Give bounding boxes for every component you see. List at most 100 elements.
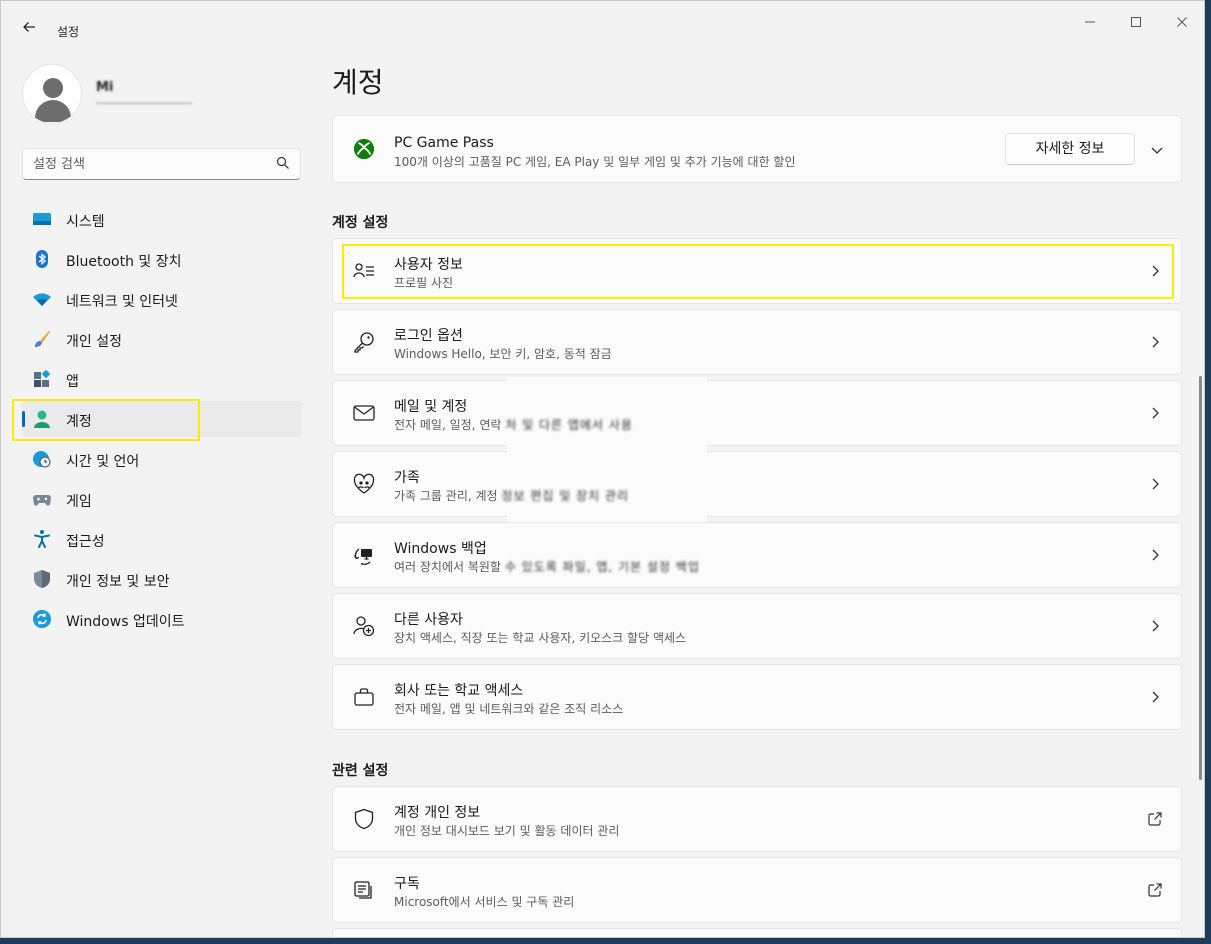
sidebar-item-accessibility[interactable]: 접근성	[22, 521, 302, 557]
close-button[interactable]	[1159, 11, 1204, 37]
settings-window: 설정 Mi ································ 시…	[0, 0, 1205, 938]
external-link-icon	[1148, 883, 1162, 897]
search-icon[interactable]	[276, 156, 290, 170]
chevron-down-icon[interactable]	[1149, 142, 1165, 158]
chevron-right-icon	[1152, 407, 1159, 419]
redaction-patch	[507, 377, 707, 381]
sidebar-item-apps[interactable]: 앱	[22, 361, 302, 397]
sidebar-item-label: 시간 및 언어	[66, 454, 140, 470]
sidebar-item-personalization[interactable]: 개인 설정	[22, 321, 302, 357]
chevron-right-icon	[1152, 265, 1159, 277]
search-input[interactable]	[33, 154, 273, 174]
page-title: 계정	[332, 66, 384, 99]
family-heart-icon	[353, 473, 375, 494]
minimize-button[interactable]	[1067, 11, 1113, 37]
app-title: 설정	[57, 25, 80, 39]
row-title: 계정 개인 정보	[394, 805, 481, 821]
sidebar-item-label: 개인 정보 및 보안	[66, 574, 170, 590]
row-title: 사용자 정보	[394, 257, 463, 273]
settings-row-partial[interactable]	[332, 928, 1182, 937]
related-row-subscriptions[interactable]: 구독 Microsoft에서 서비스 및 구독 관리	[332, 857, 1182, 923]
chevron-right-icon	[1152, 620, 1159, 632]
related-settings-heading: 관련 설정	[332, 763, 389, 779]
apps-icon	[34, 369, 51, 387]
sidebar-item-label: 게임	[66, 494, 92, 510]
globe-clock-icon	[33, 451, 51, 468]
learn-more-button[interactable]: 자세한 정보	[1005, 133, 1135, 165]
settings-row-other-users[interactable]: 다른 사용자 장치 액세스, 직장 또는 학교 사용자, 키오스크 할당 액세스	[332, 593, 1182, 659]
row-title: 가족	[394, 470, 420, 486]
subscription-icon	[354, 881, 372, 899]
row-subtitle: 전자 메일, 앱 및 네트워크와 같은 조직 리소스	[394, 702, 624, 716]
sidebar-item-windows-update[interactable]: Windows 업데이트	[22, 601, 302, 637]
mail-icon	[353, 405, 375, 421]
row-subtitle: Microsoft에서 서비스 및 구독 관리	[394, 895, 575, 909]
sidebar-item-label: Bluetooth 및 장치	[66, 254, 182, 270]
profile-email: ································	[96, 97, 192, 110]
redaction-patch	[507, 445, 707, 452]
settings-row-windows-backup[interactable]: Windows 백업 여러 장치에서 복원할 수 있도록 파일, 앱, 기본 설…	[332, 522, 1182, 588]
maximize-icon	[1131, 17, 1141, 27]
game-pass-card[interactable]: PC Game Pass 100개 이상의 고품질 PC 게임, EA Play…	[332, 115, 1182, 183]
privacy-shield-icon	[354, 808, 374, 830]
row-title: Windows 백업	[394, 541, 487, 557]
sidebar-item-label: 개인 설정	[66, 334, 122, 350]
sidebar-item-label: Windows 업데이트	[66, 614, 185, 630]
selection-indicator	[22, 411, 25, 427]
row-subtitle-redacted: 정보 편집 및 장치 관리	[501, 489, 630, 503]
external-link-icon	[1148, 812, 1162, 826]
avatar-body-icon	[35, 100, 71, 122]
sidebar-item-accounts[interactable]: 계정	[22, 401, 302, 437]
row-subtitle-visible: 가족 그룹 관리, 계정	[394, 489, 498, 503]
minimize-icon	[1085, 21, 1095, 23]
row-subtitle: 개인 정보 대시보드 보기 및 활동 데이터 관리	[394, 824, 620, 838]
row-subtitle-visible: 여러 장치에서 복원할	[394, 560, 501, 574]
sidebar-item-label: 계정	[66, 414, 92, 430]
settings-row-user-info[interactable]: 사용자 정보 프로필 사진	[332, 238, 1182, 304]
row-subtitle-visible: 전자 메일, 일정, 연락	[394, 418, 502, 432]
chevron-right-icon	[1152, 549, 1159, 561]
row-subtitle-redacted: 처 및 다른 앱에서 사용	[505, 418, 633, 432]
vertical-scrollbar[interactable]	[1199, 376, 1202, 780]
brush-icon	[35, 331, 50, 347]
bluetooth-icon	[36, 250, 48, 268]
sidebar-item-system[interactable]: 시스템	[22, 201, 302, 237]
search-box[interactable]	[22, 148, 301, 180]
briefcase-icon	[354, 688, 374, 706]
row-subtitle: Windows Hello, 보안 키, 암호, 동적 잠금	[394, 347, 612, 361]
settings-row-email-accounts[interactable]: 메일 및 계정 전자 메일, 일정, 연락 처 및 다른 앱에서 사용	[332, 380, 1182, 446]
sidebar-item-label: 시스템	[66, 214, 105, 230]
chevron-right-icon	[1152, 691, 1159, 703]
sidebar-item-privacy[interactable]: 개인 정보 및 보안	[22, 561, 302, 597]
row-title: 로그인 옵션	[394, 328, 463, 344]
settings-row-sign-in-options[interactable]: 로그인 옵션 Windows Hello, 보안 키, 암호, 동적 잠금	[332, 309, 1182, 375]
sidebar-item-bluetooth[interactable]: Bluetooth 및 장치	[22, 241, 302, 277]
gamepad-icon	[33, 495, 51, 506]
sidebar-item-gaming[interactable]: 게임	[22, 481, 302, 517]
xbox-icon	[353, 138, 375, 160]
maximize-button[interactable]	[1113, 11, 1159, 37]
row-subtitle-redacted: 수 있도록 파일, 앱, 기본 설정 백업	[504, 560, 700, 574]
sidebar-item-label: 접근성	[66, 534, 105, 550]
update-icon	[33, 610, 51, 628]
title-bar: 설정	[1, 1, 1204, 45]
back-button[interactable]	[19, 19, 39, 39]
settings-row-family[interactable]: 가족 가족 그룹 관리, 계정 정보 편집 및 장치 관리	[332, 451, 1182, 517]
chevron-right-icon	[1152, 336, 1159, 348]
sidebar-item-network[interactable]: 네트워크 및 인터넷	[22, 281, 302, 317]
avatar[interactable]	[22, 64, 82, 124]
close-icon	[1177, 17, 1187, 27]
accessibility-icon	[34, 530, 50, 548]
account-icon	[34, 410, 50, 428]
row-title: 회사 또는 학교 액세스	[394, 683, 524, 699]
chevron-right-icon	[1152, 478, 1159, 490]
sidebar-item-time-language[interactable]: 시간 및 언어	[22, 441, 302, 477]
profile-name: Mi	[96, 80, 114, 95]
row-title: 메일 및 계정	[394, 399, 468, 415]
sidebar-item-label: 네트워크 및 인터넷	[66, 294, 178, 310]
related-row-account-privacy[interactable]: 계정 개인 정보 개인 정보 대시보드 보기 및 활동 데이터 관리	[332, 786, 1182, 852]
wifi-icon	[33, 293, 51, 306]
game-pass-subtitle: 100개 이상의 고품질 PC 게임, EA Play 및 일부 게임 및 추가…	[394, 155, 796, 169]
settings-row-work-school[interactable]: 회사 또는 학교 액세스 전자 메일, 앱 및 네트워크와 같은 조직 리소스	[332, 664, 1182, 730]
account-settings-heading: 계정 설정	[332, 215, 389, 231]
